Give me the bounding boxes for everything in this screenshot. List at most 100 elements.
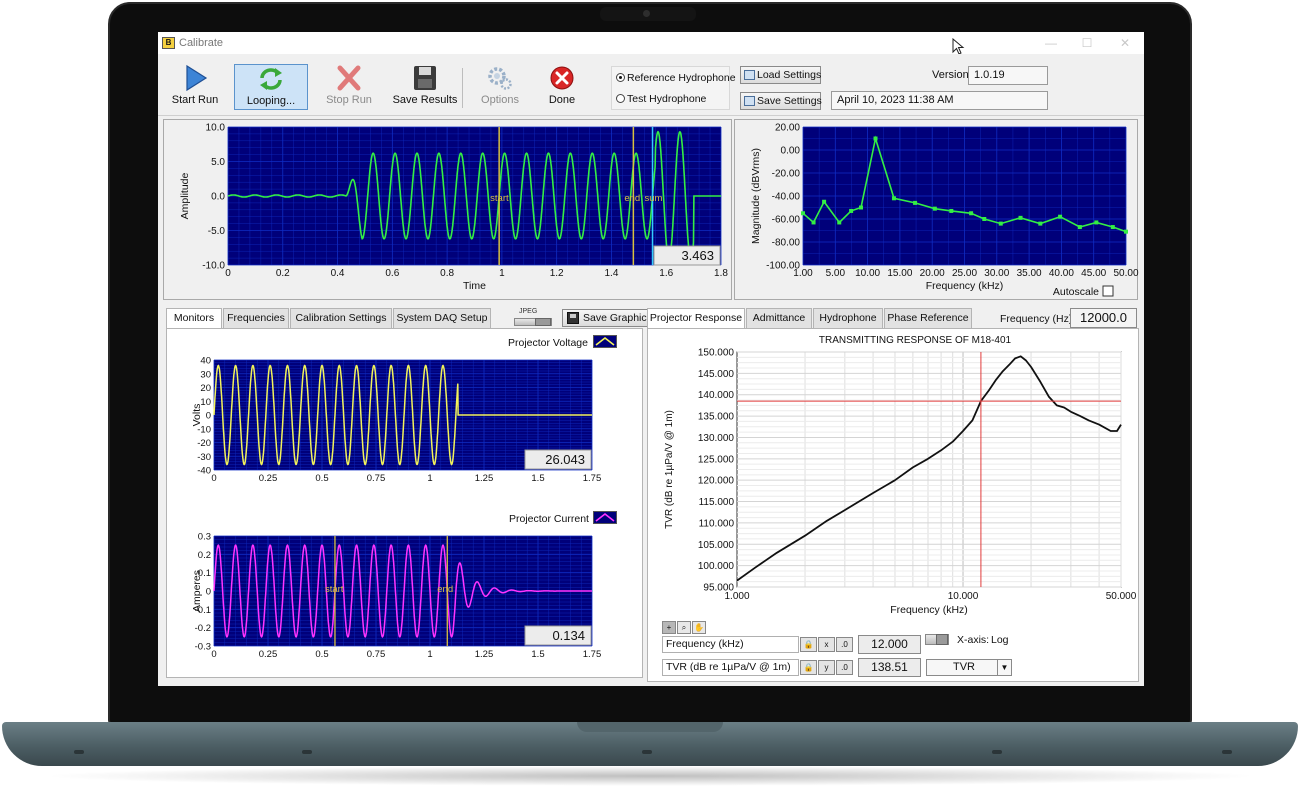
- projector-current-legend-swatch: [593, 511, 617, 524]
- minimize-button[interactable]: —: [1036, 34, 1066, 52]
- y-tick-label: -30: [197, 452, 211, 463]
- app-window: B Calibrate — ☐ ✕ Start Run Looping... S…: [158, 32, 1144, 686]
- cursor-lock-icon[interactable]: 🔒: [800, 660, 817, 675]
- radio-test-hydrophone[interactable]: Test Hydrophone: [616, 93, 706, 105]
- spectrum-point: [982, 217, 987, 221]
- x-tick-label: 20.00: [920, 268, 945, 279]
- maximize-button[interactable]: ☐: [1072, 34, 1102, 52]
- x-tick-label: 10.000: [948, 591, 979, 602]
- y-tick-label: 20: [200, 383, 211, 394]
- spectrum-point: [1124, 229, 1128, 234]
- spectrum-point: [932, 206, 937, 211]
- cursor-y-format-icon[interactable]: y: [818, 660, 835, 675]
- radio-reference-label: Reference Hydrophone: [627, 72, 736, 84]
- x-tick-label: 1.4: [604, 268, 618, 279]
- tab-hydrophone[interactable]: Hydrophone: [813, 308, 883, 328]
- tab-monitors[interactable]: Monitors: [166, 308, 222, 329]
- plot-select-value: TVR: [953, 661, 975, 673]
- x-tick-label: 5.00: [826, 268, 846, 279]
- readout-value: 26.043: [545, 452, 585, 467]
- x-tick-label: 0.25: [259, 649, 278, 660]
- y-tick-label: -40.00: [772, 192, 801, 203]
- y-tick-label: -60.00: [772, 215, 801, 226]
- tab-admittance[interactable]: Admittance: [746, 308, 812, 328]
- zoom-tool-icon[interactable]: ⌕: [677, 621, 691, 634]
- save-settings-label: Save Settings: [757, 95, 822, 107]
- x-tick-label: 0.4: [331, 268, 345, 279]
- current-chart: 0 0.25 0.5 0.75 1 1.25 1.5 1.750.30.20.10-0.1-0…: [192, 532, 601, 661]
- x-tick-label: 1.25: [475, 649, 494, 660]
- amplitude-chart-panel: 0 0.2 0.4 0.6 0.8 1 1.2 1.4 1.6 1.8 10.0 5.0 0.0 -5.0…: [163, 119, 732, 300]
- radio-dot-selected: [616, 73, 625, 82]
- x-axis-label: Time: [463, 280, 486, 292]
- laptop-base: [2, 722, 1298, 766]
- radio-test-label: Test Hydrophone: [627, 93, 707, 105]
- cursor-tvr-value[interactable]: 138.51: [858, 658, 921, 677]
- y-tick-label: 130.000: [698, 433, 735, 444]
- spectrum-point: [891, 196, 896, 201]
- start-run-button[interactable]: Start Run: [158, 64, 232, 110]
- y-tick-label: 0.0: [211, 192, 225, 203]
- window-title: Calibrate: [179, 37, 224, 49]
- plot-select-dropdown[interactable]: TVR ▼: [926, 659, 1012, 676]
- voltage-chart: 0 0.25 0.5 0.75 1 1.25 1.5 1.75403020100-10-20-…: [192, 356, 601, 485]
- y-tick-label: 100.000: [698, 561, 735, 572]
- save-results-button[interactable]: Save Results: [388, 64, 462, 110]
- toggle-knob: [936, 634, 948, 645]
- cursor-precision-icon[interactable]: .0: [836, 660, 853, 675]
- autoscale-label: Autoscale: [1053, 286, 1099, 298]
- spectrum-point: [801, 211, 805, 216]
- pan-hand-tool-icon[interactable]: ✋: [692, 621, 706, 634]
- jpeg-format-toggle[interactable]: [514, 318, 552, 326]
- tab-calibration-settings[interactable]: Calibration Settings: [290, 308, 392, 328]
- radio-dot: [616, 94, 625, 103]
- y-tick-label: -10.0: [202, 261, 225, 272]
- spectrum-point: [1038, 221, 1043, 226]
- x-tick-label: 0: [211, 649, 216, 660]
- spectrum-point: [949, 208, 954, 213]
- x-tick-label: 1: [427, 473, 432, 484]
- looping-button[interactable]: Looping...: [234, 64, 308, 110]
- y-tick-label: 140.000: [698, 390, 735, 401]
- x-tick-label: 1.5: [531, 649, 544, 660]
- load-settings-button[interactable]: Load Settings: [740, 66, 821, 84]
- save-graphic-button[interactable]: Save Graphic: [562, 309, 652, 327]
- x-tick-label: 1.5: [531, 473, 544, 484]
- y-tick-label: 0: [206, 587, 211, 598]
- cursor-x-format-icon[interactable]: x: [818, 637, 835, 652]
- laptop-foot: [74, 750, 84, 754]
- cursor-precision-icon[interactable]: .0: [836, 637, 853, 652]
- spectrum-point: [913, 200, 918, 205]
- radio-reference-hydrophone[interactable]: Reference Hydrophone: [616, 72, 736, 84]
- cursor-lock-icon[interactable]: 🔒: [800, 637, 817, 652]
- y-axis-label: TVR (dB re 1µPa/V @ 1m): [664, 410, 675, 529]
- done-button[interactable]: Done: [525, 64, 599, 110]
- x-tick-label: 0.8: [440, 268, 454, 279]
- x-axis-label: Frequency (kHz): [926, 280, 1004, 292]
- tab-projector-response[interactable]: Projector Response: [647, 308, 745, 329]
- y-tick-label: 5.0: [211, 157, 225, 168]
- save-settings-button[interactable]: Save Settings: [740, 92, 822, 110]
- tab-system-daq-setup[interactable]: System DAQ Setup: [393, 308, 491, 328]
- spectrum-point: [1058, 214, 1063, 219]
- y-tick-label: -100.00: [766, 261, 800, 272]
- load-settings-label: Load Settings: [757, 69, 822, 81]
- y-tick-label: 40: [200, 356, 211, 367]
- cursor-start-label: start: [490, 193, 509, 204]
- x-tick-label: 0.75: [367, 473, 386, 484]
- tab-phase-reference[interactable]: Phase Reference: [884, 308, 972, 328]
- legend-trace-icon: [595, 512, 615, 522]
- version-label: Version: [932, 69, 969, 81]
- cursor-frequency-value[interactable]: 12.000: [858, 635, 921, 654]
- y-tick-label: -0.2: [195, 623, 211, 634]
- spectrum-point: [822, 199, 827, 204]
- y-tick-label: 20.00: [775, 123, 800, 134]
- crosshair-tool-icon[interactable]: +: [662, 621, 676, 634]
- floppy-disk-icon: [567, 312, 579, 324]
- frequency-hz-input[interactable]: 12000.0: [1070, 308, 1137, 328]
- xaxis-scale-toggle[interactable]: [925, 634, 949, 645]
- stop-run-button[interactable]: Stop Run: [312, 64, 386, 110]
- close-button[interactable]: ✕: [1110, 34, 1140, 52]
- tab-frequencies[interactable]: Frequencies: [223, 308, 289, 328]
- projector-current-legend-label: Projector Current: [509, 513, 589, 525]
